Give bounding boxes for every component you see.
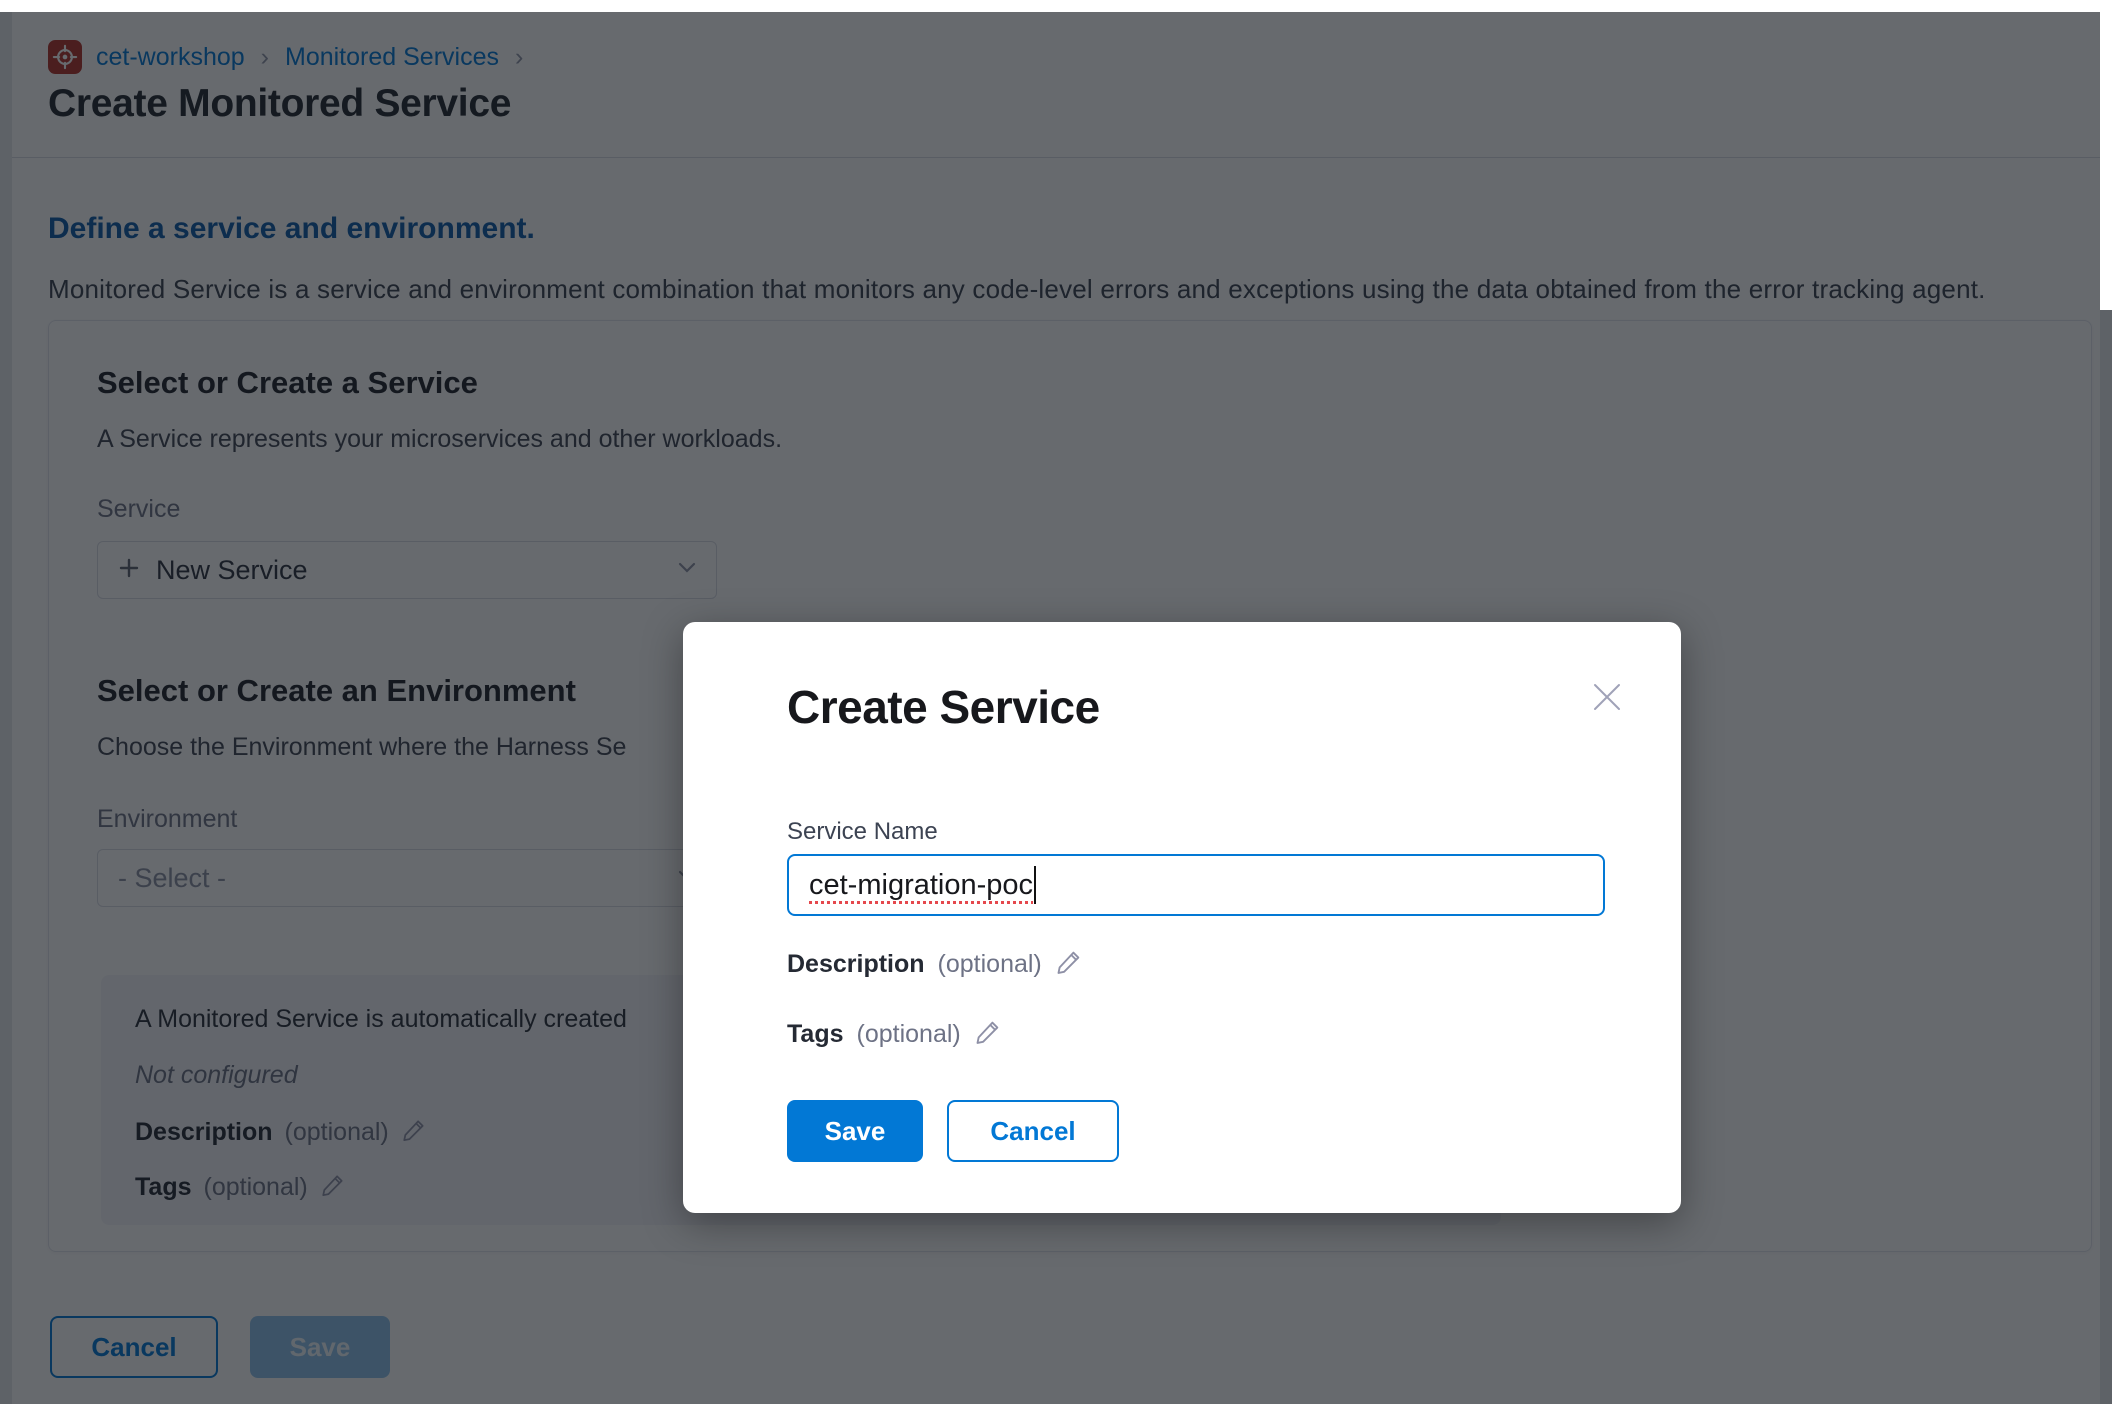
modal-title: Create Service bbox=[787, 680, 1100, 734]
service-name-input[interactable]: cet-migration-poc bbox=[787, 854, 1605, 916]
optional-suffix: (optional) bbox=[938, 950, 1042, 979]
top-white-strip bbox=[0, 0, 2112, 12]
optional-suffix: (optional) bbox=[857, 1020, 961, 1049]
text-caret bbox=[1034, 866, 1036, 904]
modal-edit-tags-pencil-icon[interactable] bbox=[974, 1018, 1002, 1051]
right-white-strip bbox=[2100, 0, 2112, 310]
modal-save-button[interactable]: Save bbox=[787, 1100, 923, 1162]
create-service-modal: Create Service Service Name cet-migratio… bbox=[683, 622, 1681, 1213]
service-name-value: cet-migration-poc bbox=[809, 869, 1033, 902]
modal-tags-label: Tags bbox=[787, 1020, 844, 1049]
modal-edit-description-pencil-icon[interactable] bbox=[1055, 948, 1083, 981]
modal-description-label: Description bbox=[787, 950, 925, 979]
close-icon[interactable] bbox=[1587, 678, 1627, 718]
modal-button-row: Save Cancel bbox=[787, 1100, 1119, 1162]
service-name-label: Service Name bbox=[787, 818, 938, 846]
modal-cancel-button[interactable]: Cancel bbox=[947, 1100, 1119, 1162]
